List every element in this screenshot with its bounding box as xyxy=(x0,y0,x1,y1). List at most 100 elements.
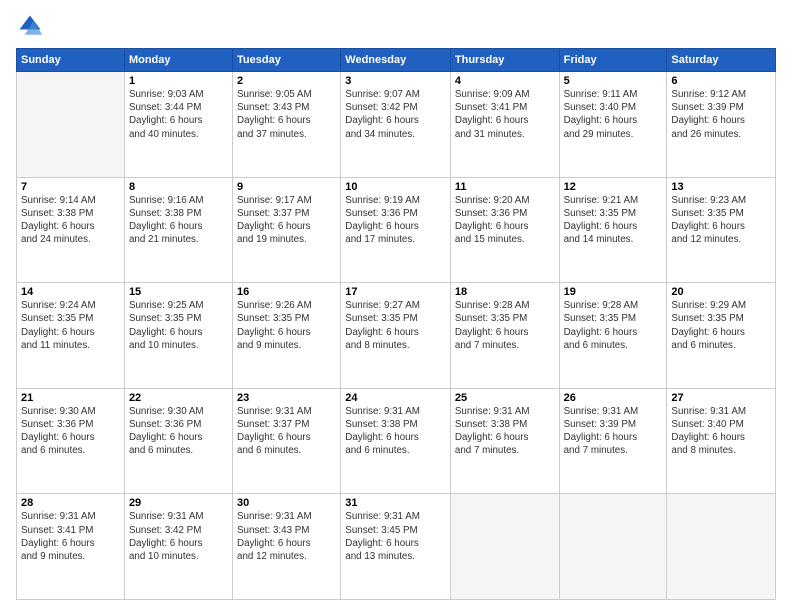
calendar-day-cell: 27Sunrise: 9:31 AM Sunset: 3:40 PM Dayli… xyxy=(667,388,776,494)
day-number: 9 xyxy=(237,181,336,193)
day-number: 15 xyxy=(129,286,228,298)
day-info: Sunrise: 9:31 AM Sunset: 3:42 PM Dayligh… xyxy=(129,510,228,563)
calendar-day-cell: 10Sunrise: 9:19 AM Sunset: 3:36 PM Dayli… xyxy=(341,177,451,283)
day-number: 28 xyxy=(21,497,120,509)
day-info: Sunrise: 9:14 AM Sunset: 3:38 PM Dayligh… xyxy=(21,194,120,247)
calendar-day-cell: 31Sunrise: 9:31 AM Sunset: 3:45 PM Dayli… xyxy=(341,494,451,600)
day-number: 4 xyxy=(455,75,555,87)
calendar-day-cell: 12Sunrise: 9:21 AM Sunset: 3:35 PM Dayli… xyxy=(559,177,667,283)
day-number: 27 xyxy=(671,392,771,404)
day-number: 10 xyxy=(345,181,446,193)
day-number: 19 xyxy=(564,286,663,298)
day-info: Sunrise: 9:20 AM Sunset: 3:36 PM Dayligh… xyxy=(455,194,555,247)
calendar-day-cell: 14Sunrise: 9:24 AM Sunset: 3:35 PM Dayli… xyxy=(17,283,125,389)
day-info: Sunrise: 9:27 AM Sunset: 3:35 PM Dayligh… xyxy=(345,299,446,352)
day-number: 16 xyxy=(237,286,336,298)
calendar-day-cell: 11Sunrise: 9:20 AM Sunset: 3:36 PM Dayli… xyxy=(450,177,559,283)
calendar-day-cell: 18Sunrise: 9:28 AM Sunset: 3:35 PM Dayli… xyxy=(450,283,559,389)
calendar-day-cell: 6Sunrise: 9:12 AM Sunset: 3:39 PM Daylig… xyxy=(667,72,776,178)
day-number: 1 xyxy=(129,75,228,87)
calendar-day-cell xyxy=(667,494,776,600)
page: SundayMondayTuesdayWednesdayThursdayFrid… xyxy=(0,0,792,612)
calendar-day-cell: 15Sunrise: 9:25 AM Sunset: 3:35 PM Dayli… xyxy=(124,283,232,389)
day-info: Sunrise: 9:11 AM Sunset: 3:40 PM Dayligh… xyxy=(564,88,663,141)
weekday-header: Tuesday xyxy=(233,49,341,72)
day-info: Sunrise: 9:31 AM Sunset: 3:45 PM Dayligh… xyxy=(345,510,446,563)
day-number: 22 xyxy=(129,392,228,404)
day-number: 21 xyxy=(21,392,120,404)
day-number: 14 xyxy=(21,286,120,298)
day-info: Sunrise: 9:31 AM Sunset: 3:39 PM Dayligh… xyxy=(564,405,663,458)
day-number: 29 xyxy=(129,497,228,509)
day-number: 18 xyxy=(455,286,555,298)
calendar-day-cell: 13Sunrise: 9:23 AM Sunset: 3:35 PM Dayli… xyxy=(667,177,776,283)
calendar-day-cell: 9Sunrise: 9:17 AM Sunset: 3:37 PM Daylig… xyxy=(233,177,341,283)
calendar-week-row: 28Sunrise: 9:31 AM Sunset: 3:41 PM Dayli… xyxy=(17,494,776,600)
day-info: Sunrise: 9:23 AM Sunset: 3:35 PM Dayligh… xyxy=(671,194,771,247)
day-info: Sunrise: 9:17 AM Sunset: 3:37 PM Dayligh… xyxy=(237,194,336,247)
day-info: Sunrise: 9:31 AM Sunset: 3:40 PM Dayligh… xyxy=(671,405,771,458)
calendar-week-row: 7Sunrise: 9:14 AM Sunset: 3:38 PM Daylig… xyxy=(17,177,776,283)
day-info: Sunrise: 9:07 AM Sunset: 3:42 PM Dayligh… xyxy=(345,88,446,141)
calendar-day-cell: 21Sunrise: 9:30 AM Sunset: 3:36 PM Dayli… xyxy=(17,388,125,494)
day-info: Sunrise: 9:30 AM Sunset: 3:36 PM Dayligh… xyxy=(21,405,120,458)
calendar-day-cell: 3Sunrise: 9:07 AM Sunset: 3:42 PM Daylig… xyxy=(341,72,451,178)
day-number: 24 xyxy=(345,392,446,404)
day-info: Sunrise: 9:30 AM Sunset: 3:36 PM Dayligh… xyxy=(129,405,228,458)
day-number: 13 xyxy=(671,181,771,193)
calendar-day-cell: 30Sunrise: 9:31 AM Sunset: 3:43 PM Dayli… xyxy=(233,494,341,600)
day-info: Sunrise: 9:24 AM Sunset: 3:35 PM Dayligh… xyxy=(21,299,120,352)
calendar-day-cell xyxy=(450,494,559,600)
calendar-day-cell: 26Sunrise: 9:31 AM Sunset: 3:39 PM Dayli… xyxy=(559,388,667,494)
day-info: Sunrise: 9:31 AM Sunset: 3:43 PM Dayligh… xyxy=(237,510,336,563)
day-number: 23 xyxy=(237,392,336,404)
calendar-week-row: 1Sunrise: 9:03 AM Sunset: 3:44 PM Daylig… xyxy=(17,72,776,178)
weekday-header: Sunday xyxy=(17,49,125,72)
day-info: Sunrise: 9:28 AM Sunset: 3:35 PM Dayligh… xyxy=(455,299,555,352)
calendar-day-cell: 8Sunrise: 9:16 AM Sunset: 3:38 PM Daylig… xyxy=(124,177,232,283)
calendar-day-cell: 24Sunrise: 9:31 AM Sunset: 3:38 PM Dayli… xyxy=(341,388,451,494)
day-info: Sunrise: 9:05 AM Sunset: 3:43 PM Dayligh… xyxy=(237,88,336,141)
calendar-day-cell: 2Sunrise: 9:05 AM Sunset: 3:43 PM Daylig… xyxy=(233,72,341,178)
day-info: Sunrise: 9:03 AM Sunset: 3:44 PM Dayligh… xyxy=(129,88,228,141)
calendar-day-cell: 7Sunrise: 9:14 AM Sunset: 3:38 PM Daylig… xyxy=(17,177,125,283)
day-number: 3 xyxy=(345,75,446,87)
day-number: 6 xyxy=(671,75,771,87)
day-number: 7 xyxy=(21,181,120,193)
calendar-day-cell: 23Sunrise: 9:31 AM Sunset: 3:37 PM Dayli… xyxy=(233,388,341,494)
day-number: 17 xyxy=(345,286,446,298)
calendar-day-cell: 17Sunrise: 9:27 AM Sunset: 3:35 PM Dayli… xyxy=(341,283,451,389)
day-info: Sunrise: 9:25 AM Sunset: 3:35 PM Dayligh… xyxy=(129,299,228,352)
weekday-header: Friday xyxy=(559,49,667,72)
calendar-day-cell: 20Sunrise: 9:29 AM Sunset: 3:35 PM Dayli… xyxy=(667,283,776,389)
day-number: 30 xyxy=(237,497,336,509)
day-number: 25 xyxy=(455,392,555,404)
day-info: Sunrise: 9:26 AM Sunset: 3:35 PM Dayligh… xyxy=(237,299,336,352)
day-info: Sunrise: 9:21 AM Sunset: 3:35 PM Dayligh… xyxy=(564,194,663,247)
day-info: Sunrise: 9:31 AM Sunset: 3:38 PM Dayligh… xyxy=(345,405,446,458)
calendar-day-cell xyxy=(17,72,125,178)
calendar-day-cell: 28Sunrise: 9:31 AM Sunset: 3:41 PM Dayli… xyxy=(17,494,125,600)
header xyxy=(16,12,776,40)
day-number: 5 xyxy=(564,75,663,87)
day-number: 2 xyxy=(237,75,336,87)
day-info: Sunrise: 9:16 AM Sunset: 3:38 PM Dayligh… xyxy=(129,194,228,247)
day-info: Sunrise: 9:19 AM Sunset: 3:36 PM Dayligh… xyxy=(345,194,446,247)
day-info: Sunrise: 9:12 AM Sunset: 3:39 PM Dayligh… xyxy=(671,88,771,141)
day-number: 12 xyxy=(564,181,663,193)
logo xyxy=(16,12,48,40)
day-info: Sunrise: 9:29 AM Sunset: 3:35 PM Dayligh… xyxy=(671,299,771,352)
calendar-week-row: 14Sunrise: 9:24 AM Sunset: 3:35 PM Dayli… xyxy=(17,283,776,389)
calendar-day-cell: 5Sunrise: 9:11 AM Sunset: 3:40 PM Daylig… xyxy=(559,72,667,178)
calendar-day-cell: 25Sunrise: 9:31 AM Sunset: 3:38 PM Dayli… xyxy=(450,388,559,494)
calendar-day-cell: 16Sunrise: 9:26 AM Sunset: 3:35 PM Dayli… xyxy=(233,283,341,389)
calendar-day-cell: 29Sunrise: 9:31 AM Sunset: 3:42 PM Dayli… xyxy=(124,494,232,600)
day-info: Sunrise: 9:31 AM Sunset: 3:37 PM Dayligh… xyxy=(237,405,336,458)
calendar-day-cell: 4Sunrise: 9:09 AM Sunset: 3:41 PM Daylig… xyxy=(450,72,559,178)
day-number: 11 xyxy=(455,181,555,193)
day-number: 31 xyxy=(345,497,446,509)
calendar-day-cell: 22Sunrise: 9:30 AM Sunset: 3:36 PM Dayli… xyxy=(124,388,232,494)
day-number: 20 xyxy=(671,286,771,298)
weekday-header: Wednesday xyxy=(341,49,451,72)
calendar-header-row: SundayMondayTuesdayWednesdayThursdayFrid… xyxy=(17,49,776,72)
